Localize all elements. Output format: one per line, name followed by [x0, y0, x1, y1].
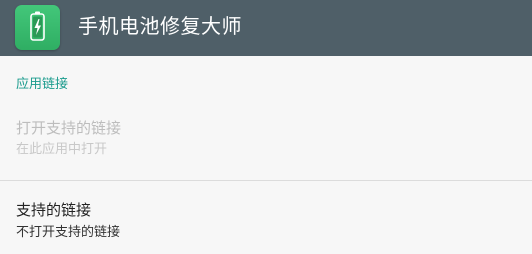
divider	[0, 180, 532, 181]
supported-links-item[interactable]: 支持的链接 不打开支持的链接	[0, 194, 532, 248]
app-title: 手机电池修复大师	[78, 14, 242, 38]
supported-links-title: 支持的链接	[16, 201, 92, 219]
open-supported-links-summary: 在此应用中打开	[16, 142, 108, 157]
section-header-app-links: 应用链接	[16, 77, 69, 92]
supported-links-summary: 不打开支持的链接	[16, 225, 121, 240]
app-links-settings: 应用链接 打开支持的链接 在此应用中打开 支持的链接 不打开支持的链接	[0, 56, 532, 254]
battery-app-icon	[15, 5, 60, 50]
open-supported-links-item[interactable]: 打开支持的链接 在此应用中打开	[0, 112, 532, 164]
app-bar: 手机电池修复大师	[0, 0, 532, 56]
open-supported-links-title: 打开支持的链接	[16, 119, 122, 137]
